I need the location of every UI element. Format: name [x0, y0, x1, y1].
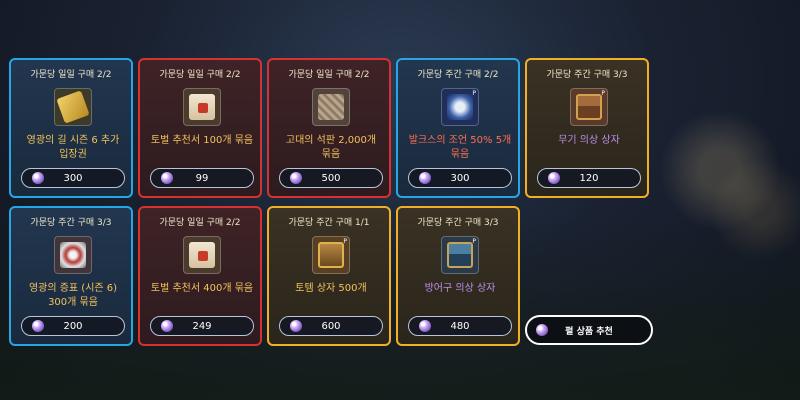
- shop-item-card[interactable]: 가문당 일일 구매 2/2 토벌 추천서 400개 묶음 249: [138, 206, 262, 346]
- pearl-icon: [32, 172, 44, 184]
- purchase-limit-label: 가문당 주간 구매 2/2: [417, 70, 499, 80]
- price-button[interactable]: 480: [408, 316, 512, 336]
- price-value: 99: [195, 172, 209, 184]
- shop-item-card[interactable]: 가문당 일일 구매 2/2 토벌 추천서 100개 묶음 99: [138, 58, 262, 198]
- item-name: 토벌 추천서 100개 묶음: [150, 135, 254, 146]
- totem-box-icon: P: [312, 236, 350, 274]
- shop-item-card[interactable]: 가문당 일일 구매 2/2 영광의 길 시즌 6 추가 입장권 300: [9, 58, 133, 198]
- purchase-limit-label: 가문당 일일 구매 2/2: [159, 218, 241, 228]
- pearl-icon: [290, 172, 302, 184]
- pearl-icon: [419, 320, 431, 332]
- pearl-icon: [548, 172, 560, 184]
- advice-book-icon: P: [441, 88, 479, 126]
- purchase-limit-label: 가문당 주간 구매 3/3: [30, 218, 112, 228]
- item-name: 발크스의 조언 50% 5개 묶음: [408, 135, 512, 160]
- price-value: 600: [321, 320, 341, 332]
- recommend-label: 펄 상품 추천: [565, 326, 613, 337]
- item-name: 무기 의상 상자: [558, 135, 620, 146]
- pearl-icon: [161, 320, 173, 332]
- shop-item-card[interactable]: 가문당 주간 구매 1/1 P 토템 상자 500개 600: [267, 206, 391, 346]
- price-value: 120: [579, 172, 599, 184]
- pearl-icon: [161, 172, 173, 184]
- price-button[interactable]: 300: [21, 168, 125, 188]
- pearl-icon: [290, 320, 302, 332]
- shop-item-card[interactable]: 가문당 주간 구매 2/2 P 발크스의 조언 50% 5개 묶음 300: [396, 58, 520, 198]
- price-value: 200: [63, 320, 83, 332]
- purchase-limit-label: 가문당 주간 구매 3/3: [417, 218, 499, 228]
- chest-icon: P: [570, 88, 608, 126]
- price-value: 300: [450, 172, 470, 184]
- pearl-icon: [32, 320, 44, 332]
- price-button[interactable]: 249: [150, 316, 254, 336]
- item-name: 영광의 길 시즌 6 추가 입장권: [26, 135, 120, 160]
- shield-badge-icon: [54, 236, 92, 274]
- price-value: 480: [450, 320, 470, 332]
- shop-item-card[interactable]: 가문당 주간 구매 3/3 P 무기 의상 상자 120: [525, 58, 649, 198]
- price-value: 500: [321, 172, 341, 184]
- price-value: 249: [192, 320, 212, 332]
- scroll-icon: [183, 236, 221, 274]
- item-name: 영광의 증표 (시즌 6) 300개 묶음: [28, 283, 118, 308]
- price-button[interactable]: 300: [408, 168, 512, 188]
- item-name: 방어구 의상 상자: [424, 283, 496, 294]
- item-name: 토템 상자 500개: [295, 283, 367, 294]
- shop-item-card[interactable]: 가문당 주간 구매 3/3 영광의 증표 (시즌 6) 300개 묶음 200: [9, 206, 133, 346]
- purchase-limit-label: 가문당 일일 구매 2/2: [159, 70, 241, 80]
- ticket-icon: [54, 88, 92, 126]
- item-name: 토벌 추천서 400개 묶음: [150, 283, 254, 294]
- pearl-icon: [419, 172, 431, 184]
- purchase-limit-label: 가문당 주간 구매 3/3: [546, 70, 628, 80]
- purchase-limit-label: 가문당 일일 구매 2/2: [30, 70, 112, 80]
- shop-item-card[interactable]: 가문당 일일 구매 2/2 고대의 석판 2,000개 묶음 500: [267, 58, 391, 198]
- item-name: 고대의 석판 2,000개 묶음: [285, 135, 377, 160]
- shop-item-card[interactable]: 가문당 주간 구매 3/3 P 방어구 의상 상자 480: [396, 206, 520, 346]
- purchase-limit-label: 가문당 일일 구매 2/2: [288, 70, 370, 80]
- pearl-recommend-button[interactable]: 펄 상품 추천: [525, 315, 653, 345]
- price-button[interactable]: 600: [279, 316, 383, 336]
- price-value: 300: [63, 172, 83, 184]
- stone-tablet-icon: [312, 88, 350, 126]
- price-button[interactable]: 99: [150, 168, 254, 188]
- price-button[interactable]: 200: [21, 316, 125, 336]
- pearl-icon: [536, 324, 548, 336]
- price-button[interactable]: 500: [279, 168, 383, 188]
- scroll-icon: [183, 88, 221, 126]
- purchase-limit-label: 가문당 주간 구매 1/1: [288, 218, 370, 228]
- price-button[interactable]: 120: [537, 168, 641, 188]
- chest-icon: P: [441, 236, 479, 274]
